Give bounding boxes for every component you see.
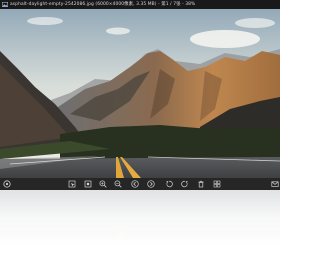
zoom-in-icon[interactable] <box>98 180 107 189</box>
app-icon <box>2 2 8 7</box>
rotate-right-icon[interactable] <box>180 180 189 189</box>
thumbnails-icon[interactable] <box>212 180 221 189</box>
next-icon[interactable] <box>146 180 155 189</box>
window-title: asphalt-daylight-empty-2542086.jpg (6000… <box>10 2 196 7</box>
previous-icon[interactable] <box>130 180 139 189</box>
viewer-reflection <box>0 190 280 270</box>
image-viewer-window: asphalt-daylight-empty-2542086.jpg (6000… <box>0 0 280 190</box>
title-bar: asphalt-daylight-empty-2542086.jpg (6000… <box>0 0 280 9</box>
bottom-toolbar <box>0 178 280 190</box>
delete-icon[interactable] <box>196 180 205 189</box>
photo <box>0 9 280 178</box>
fit-window-icon[interactable] <box>83 180 92 189</box>
menu-icon[interactable] <box>2 180 11 189</box>
share-icon[interactable] <box>270 180 279 189</box>
rotate-left-icon[interactable] <box>164 180 173 189</box>
zoom-out-icon[interactable] <box>113 180 122 189</box>
select-icon[interactable] <box>67 180 76 189</box>
